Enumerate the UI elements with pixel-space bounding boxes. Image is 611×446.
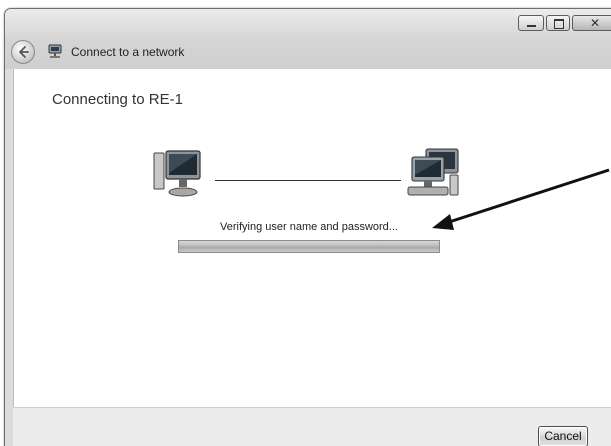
progress-bar — [178, 240, 440, 253]
window-controls: ✕ — [518, 15, 611, 31]
minimize-button[interactable] — [518, 15, 544, 31]
cancel-button[interactable]: Cancel — [538, 426, 588, 446]
title-bar: ✕ Connect to a network — [5, 9, 611, 69]
footer: Cancel — [13, 407, 611, 446]
maximize-icon — [554, 19, 564, 29]
close-icon: ✕ — [589, 16, 601, 30]
network-icon — [48, 44, 62, 58]
annotation-arrow — [432, 168, 610, 230]
progress-fill — [179, 241, 439, 252]
content-area: Connecting to RE-1 Verifying user name a… — [13, 69, 611, 407]
back-arrow-icon — [19, 46, 29, 58]
navigation-row: Connect to a network — [11, 39, 184, 65]
minimize-icon — [527, 25, 536, 27]
close-button[interactable]: ✕ — [572, 15, 611, 31]
maximize-button[interactable] — [546, 15, 570, 31]
page: ✕ Connect to a network Connecting to RE-… — [0, 0, 611, 446]
computer-icon — [153, 150, 201, 197]
connection-line — [215, 180, 401, 181]
back-button[interactable] — [11, 40, 35, 64]
page-title: Connecting to RE-1 — [52, 91, 183, 108]
status-text: Verifying user name and password... — [220, 221, 398, 233]
window-title: Connect to a network — [71, 45, 185, 59]
